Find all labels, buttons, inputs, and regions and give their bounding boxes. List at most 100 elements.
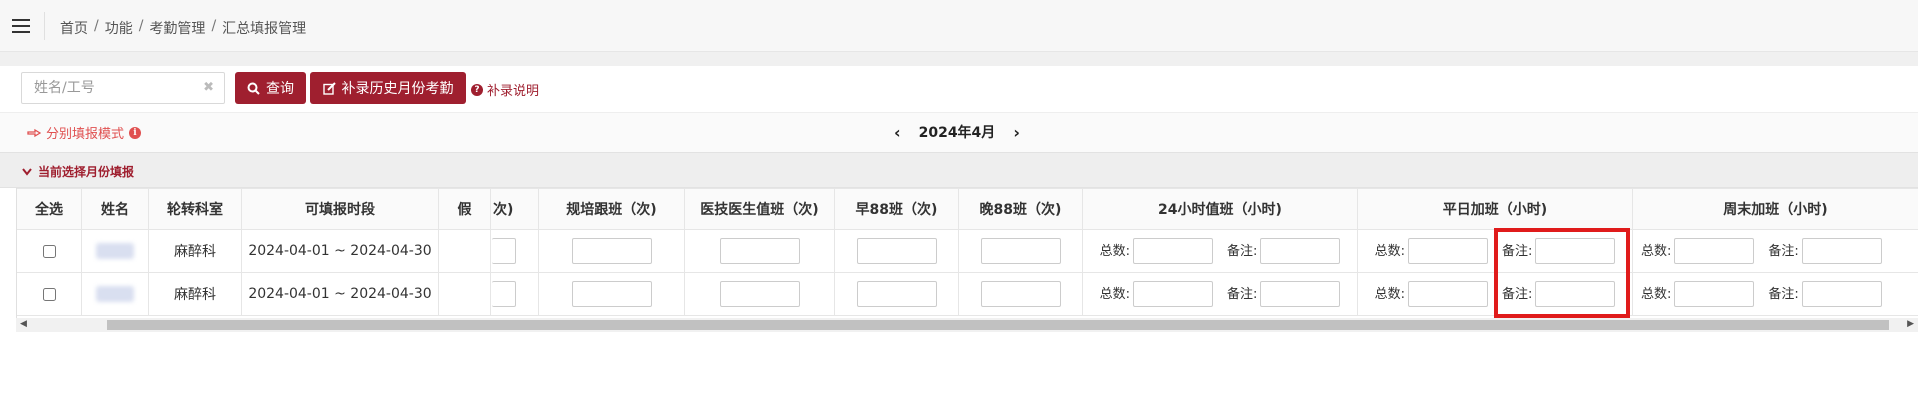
chevron-left-icon[interactable]: ‹ <box>894 123 901 142</box>
remark-label: 备注: <box>1227 286 1258 302</box>
scroll-left-icon[interactable]: ◀ <box>20 319 27 329</box>
header-24h-duty: 24小时值班（小时) <box>1083 189 1358 229</box>
weekend-remark-input[interactable] <box>1801 281 1882 307</box>
scrollbar-thumb[interactable] <box>107 320 1889 330</box>
weekend-total-input[interactable] <box>1674 238 1755 264</box>
header-count: 次) <box>491 189 539 229</box>
header-leave: 假 <box>439 189 491 229</box>
weekday-remark-input[interactable] <box>1535 238 1616 264</box>
tech-duty-input[interactable] <box>719 281 800 307</box>
table-row: 麻醉科 2024-04-01 ~ 2024-04-30 总数: 备注: 总数: … <box>17 230 1918 273</box>
training-cell <box>539 230 685 272</box>
weekend-total-input[interactable] <box>1674 281 1755 307</box>
tech-duty-cell <box>685 230 835 272</box>
late-shift-cell <box>959 230 1083 272</box>
search-input[interactable] <box>22 73 198 103</box>
remark-label: 备注: <box>1768 243 1799 259</box>
chevron-right-icon[interactable]: › <box>1013 123 1020 142</box>
count-cell <box>491 273 539 315</box>
count-input[interactable] <box>492 281 516 307</box>
24h-total-input[interactable] <box>1133 281 1213 307</box>
question-circle-icon: ? <box>471 83 483 96</box>
training-cell <box>539 273 685 315</box>
info-circle-icon[interactable]: i <box>129 126 142 139</box>
breadcrumb-item-attendance[interactable]: 考勤管理 <box>149 18 205 38</box>
weekday-total-input[interactable] <box>1408 238 1488 264</box>
24h-total-input[interactable] <box>1133 238 1213 264</box>
weekend-overtime-cell: 总数: 备注: <box>1633 230 1918 272</box>
section-toggle[interactable]: 当前选择月份填报 <box>22 163 134 180</box>
header-weekend-overtime: 周末加班（小时) <box>1633 189 1918 229</box>
header-select-all[interactable]: 全选 <box>17 189 82 229</box>
early-shift-cell <box>835 273 959 315</box>
early-shift-input[interactable] <box>856 281 937 307</box>
department-cell: 麻醉科 <box>149 273 242 315</box>
attendance-table: 全选 姓名 轮转科室 可填报时段 假 次) 规培跟班（次) 医技医生值班（次) … <box>16 188 1918 318</box>
breadcrumb-separator: / <box>138 18 144 34</box>
scroll-right-icon[interactable]: ▶ <box>1907 319 1914 329</box>
24h-duty-cell: 总数: 备注: <box>1083 273 1358 315</box>
remark-label: 备注: <box>1227 243 1258 259</box>
breadcrumb-separator: / <box>94 18 99 34</box>
query-button[interactable]: 查询 <box>235 72 306 104</box>
weekend-remark-input[interactable] <box>1801 238 1882 264</box>
header-weekday-overtime: 平日加班（小时) <box>1358 189 1633 229</box>
supplement-help-label: 补录说明 <box>487 84 540 99</box>
tech-duty-input[interactable] <box>719 238 800 264</box>
menu-icon[interactable] <box>8 15 34 37</box>
topbar-divider <box>44 12 45 40</box>
late-shift-input[interactable] <box>980 238 1061 264</box>
supplement-history-label: 补录历史月份考勤 <box>341 81 454 97</box>
24h-remark-input[interactable] <box>1260 238 1341 264</box>
search-box: ✖ <box>21 72 225 104</box>
toolbar-background <box>0 52 1918 66</box>
24h-remark-input[interactable] <box>1260 281 1341 307</box>
training-input[interactable] <box>571 238 652 264</box>
remark-label: 备注: <box>1502 243 1533 259</box>
early-shift-input[interactable] <box>856 238 937 264</box>
row-checkbox[interactable] <box>42 287 56 301</box>
leave-cell <box>439 273 491 315</box>
horizontal-scrollbar[interactable]: ◀ ▶ <box>16 318 1918 332</box>
training-input[interactable] <box>571 281 652 307</box>
breadcrumb-item-current: 汇总填报管理 <box>222 21 307 37</box>
header-late-shift: 晚88班（次) <box>959 189 1083 229</box>
clear-icon[interactable]: ✖ <box>203 80 214 95</box>
total-label: 总数: <box>1099 243 1130 259</box>
select-cell <box>17 273 82 315</box>
department-cell: 麻醉科 <box>149 230 242 272</box>
header-name: 姓名 <box>82 189 149 229</box>
weekday-total-input[interactable] <box>1408 281 1488 307</box>
total-label: 总数: <box>1374 286 1405 302</box>
table-row: 麻醉科 2024-04-01 ~ 2024-04-30 总数: 备注: 总数: … <box>17 273 1918 316</box>
section-header: 当前选择月份填报 <box>0 152 1918 188</box>
count-cell <box>491 230 539 272</box>
mode-bar: 分别填报模式 i ‹ 2024年4月 › <box>0 112 1918 152</box>
supplement-help-link[interactable]: ? 补录说明 <box>471 80 539 99</box>
total-label: 总数: <box>1641 243 1672 259</box>
supplement-history-button[interactable]: 补录历史月份考勤 <box>310 72 466 104</box>
total-label: 总数: <box>1099 286 1130 302</box>
late-shift-cell <box>959 273 1083 315</box>
header-early-shift: 早88班（次) <box>835 189 959 229</box>
hand-point-icon <box>27 128 41 137</box>
breadcrumb-item-function[interactable]: 功能 <box>105 18 133 38</box>
mode-label: 分别填报模式 <box>46 127 125 142</box>
breadcrumb: 首页 / 功能 / 考勤管理 / 汇总填报管理 <box>60 18 306 38</box>
weekday-remark-input[interactable] <box>1535 281 1616 307</box>
search-icon <box>247 82 260 95</box>
name-cell <box>82 230 149 272</box>
select-cell <box>17 230 82 272</box>
blurred-name <box>96 243 134 259</box>
tech-duty-cell <box>685 273 835 315</box>
total-label: 总数: <box>1374 243 1405 259</box>
row-checkbox[interactable] <box>42 244 56 258</box>
top-bar: 首页 / 功能 / 考勤管理 / 汇总填报管理 <box>0 0 1918 52</box>
separate-fill-mode-link[interactable]: 分别填报模式 i <box>27 123 142 142</box>
breadcrumb-item-home[interactable]: 首页 <box>60 18 88 38</box>
period-cell: 2024-04-01 ~ 2024-04-30 <box>242 273 439 315</box>
late-shift-input[interactable] <box>980 281 1061 307</box>
count-input[interactable] <box>492 238 516 264</box>
leave-cell <box>439 230 491 272</box>
remark-label: 备注: <box>1502 286 1533 302</box>
